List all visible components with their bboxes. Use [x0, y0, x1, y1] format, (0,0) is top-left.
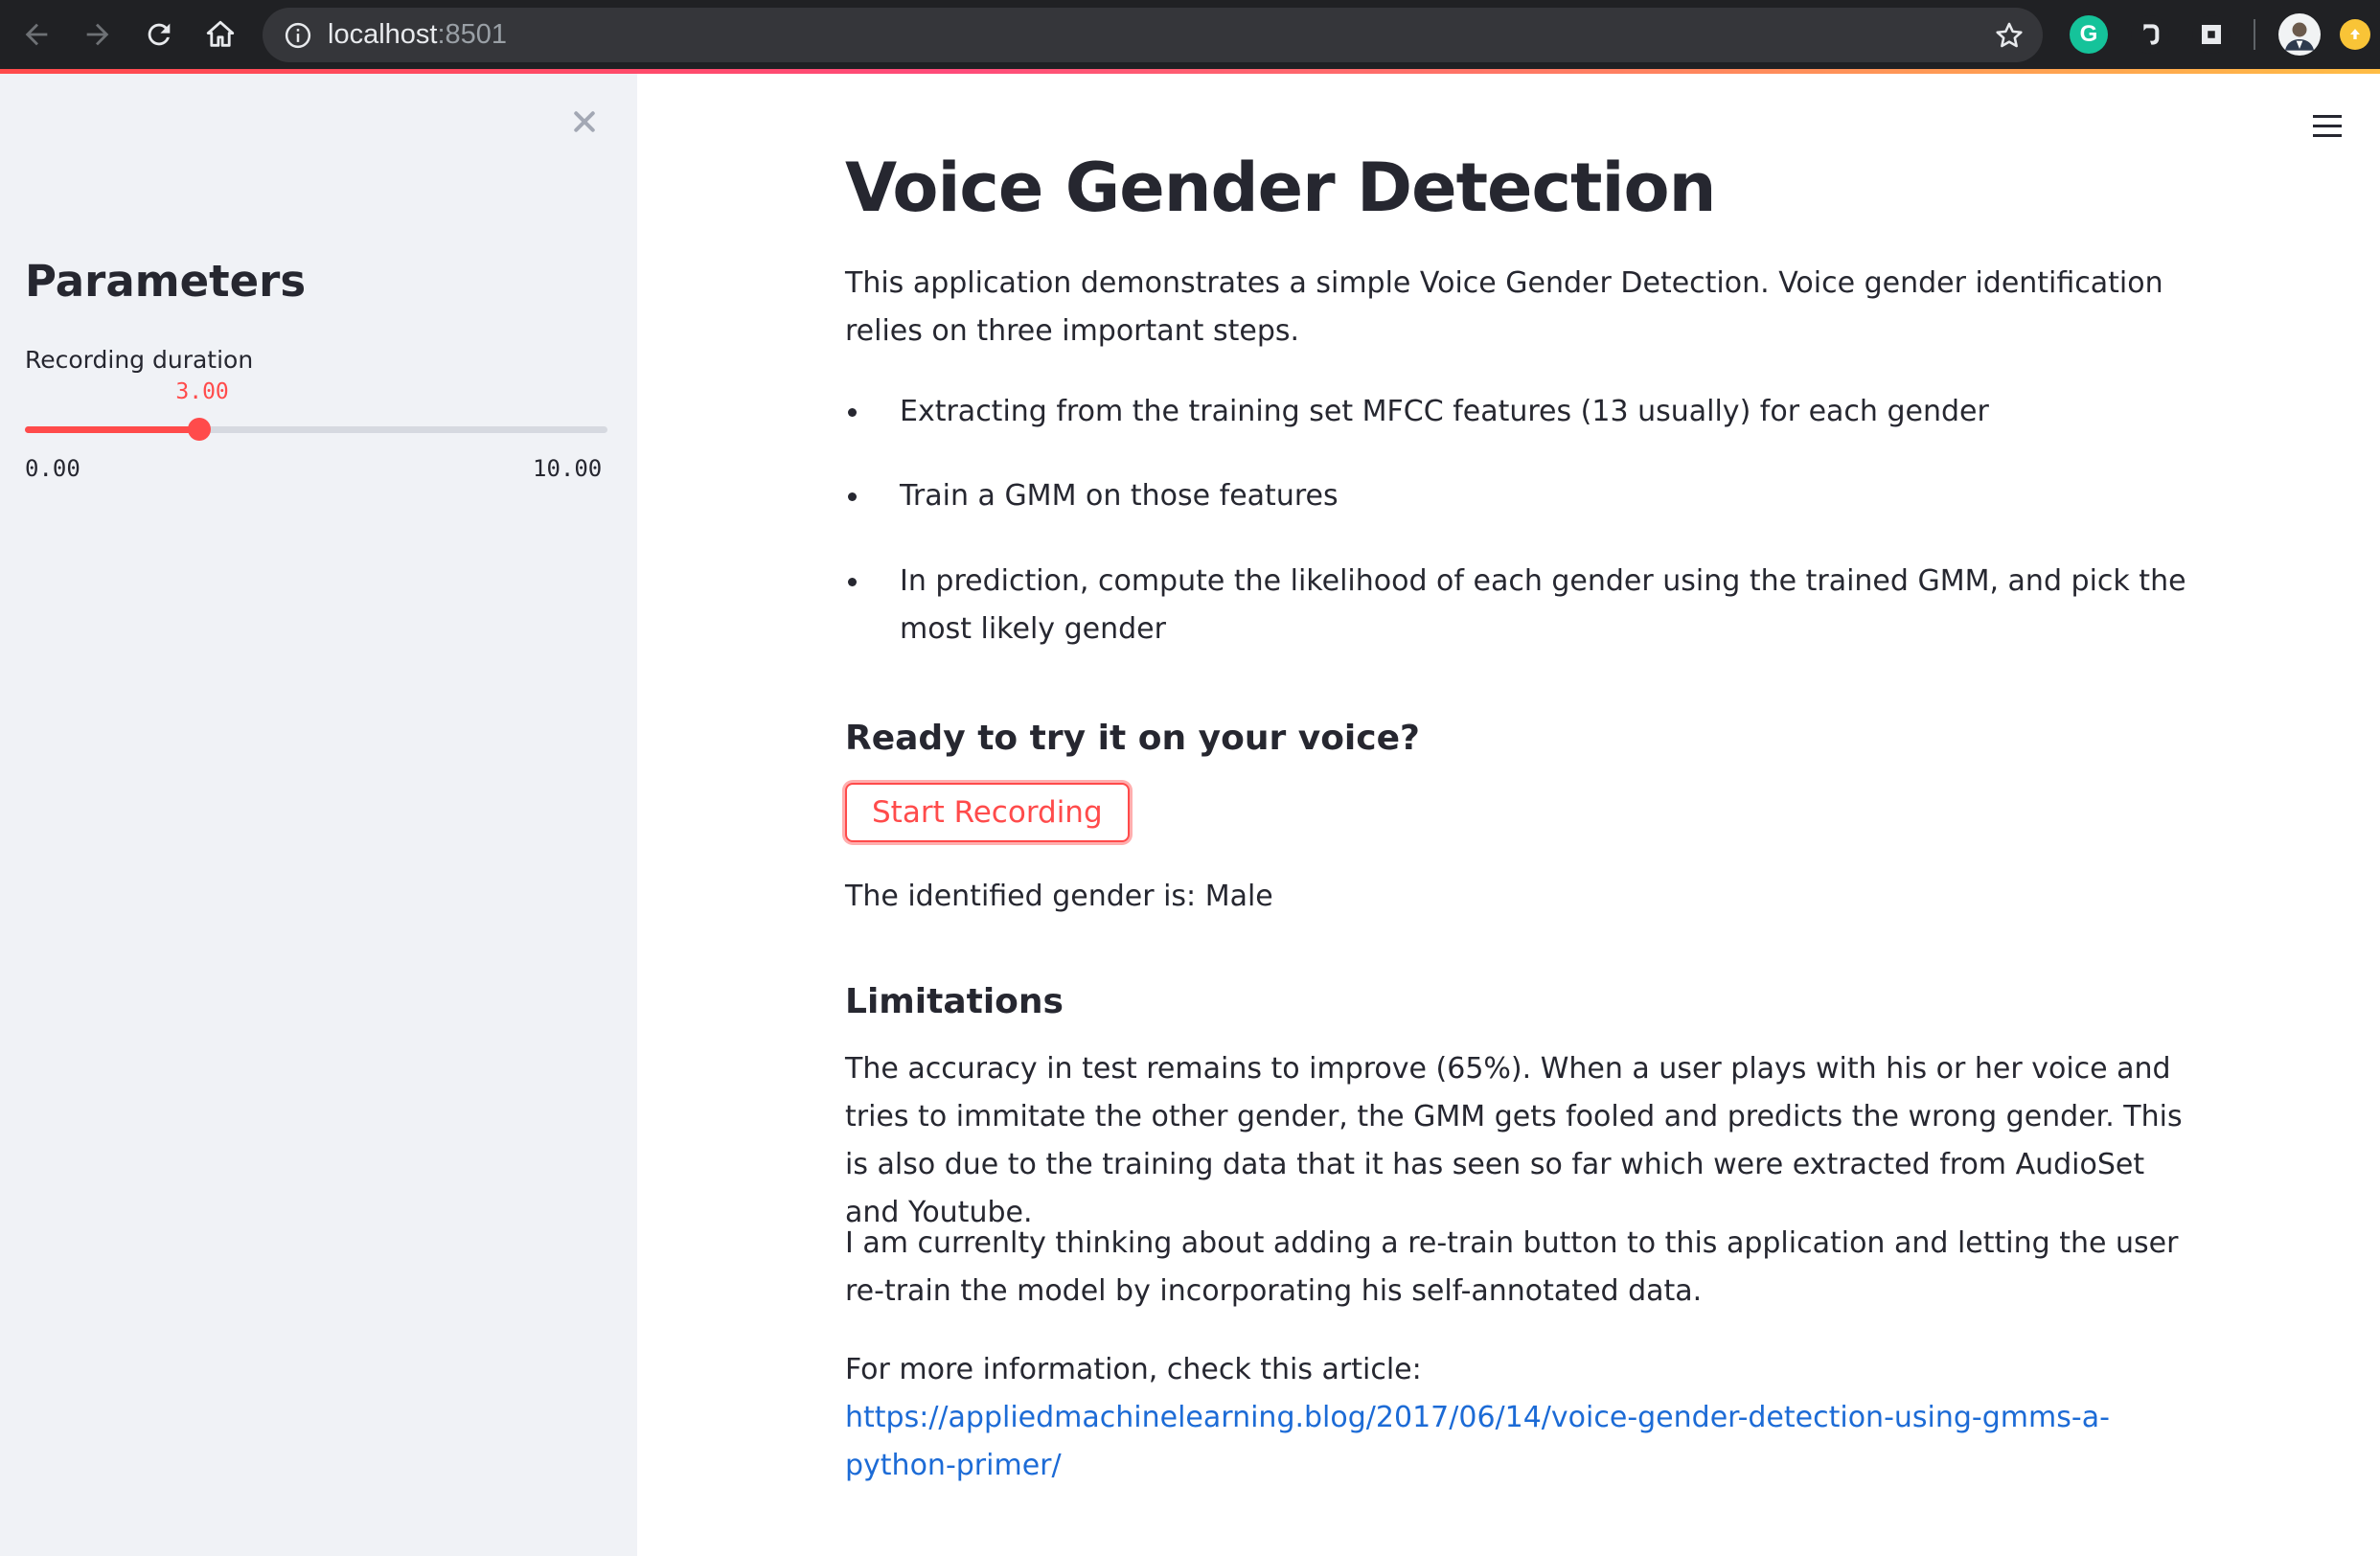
- toolbar-divider: [2254, 19, 2255, 50]
- address-bar[interactable]: localhost:8501: [263, 8, 2043, 62]
- start-recording-button[interactable]: Start Recording: [845, 783, 1130, 842]
- retrain-paragraph: I am currenlty thinking about adding a r…: [845, 1226, 2179, 1308]
- limitations-heading: Limitations: [845, 982, 1064, 1021]
- profile-avatar[interactable]: [2278, 13, 2321, 56]
- slider-fill: [25, 426, 200, 433]
- more-info-paragraph: For more information, check this article…: [845, 1346, 2186, 1490]
- list-item: Train a GMM on those features: [845, 472, 2186, 520]
- try-heading: Ready to try it on your voice?: [845, 719, 1420, 758]
- bookmark-star-icon[interactable]: [1993, 19, 2025, 52]
- person-icon: [2285, 22, 2314, 51]
- bullet-dot: [848, 492, 857, 501]
- url-host: localhost: [328, 19, 438, 50]
- more-info-text: For more information, check this article…: [845, 1353, 1422, 1386]
- browser-toolbar: localhost:8501 G: [0, 0, 2380, 69]
- close-icon: [574, 111, 595, 132]
- url-text[interactable]: localhost:8501: [328, 19, 507, 51]
- hamburger-line: [2313, 115, 2342, 118]
- url-port: :8501: [437, 19, 508, 50]
- slider-label: Recording duration: [25, 346, 254, 374]
- list-item-text: Train a GMM on those features: [900, 479, 1339, 513]
- steps-list: Extracting from the training set MFCC fe…: [845, 388, 2186, 653]
- bullet-dot: [848, 408, 857, 417]
- evernote-extension-icon[interactable]: [2131, 15, 2169, 54]
- reload-icon: [148, 23, 171, 46]
- page-title: Voice Gender Detection: [845, 149, 1716, 227]
- sidebar: Parameters Recording duration 3.00 0.00 …: [0, 74, 637, 1556]
- hamburger-line: [2313, 134, 2342, 137]
- back-button[interactable]: [15, 13, 57, 56]
- main-menu-button[interactable]: [2313, 110, 2346, 143]
- result-text: The identified gender is: Male: [845, 880, 1273, 913]
- intro-paragraph: This application demonstrates a simple V…: [845, 266, 2163, 348]
- hamburger-line: [2313, 125, 2342, 127]
- grammarly-extension-icon[interactable]: G: [2070, 15, 2108, 54]
- slider-min-label: 0.00: [25, 455, 80, 482]
- forward-button[interactable]: [77, 13, 119, 56]
- list-item-text: Extracting from the training set MFCC fe…: [900, 395, 1989, 428]
- arrow-left-icon: [25, 23, 48, 46]
- article-link[interactable]: https://appliedmachinelearning.blog/2017…: [845, 1401, 2110, 1482]
- arrow-right-icon: [86, 23, 109, 46]
- list-item: In prediction, compute the likelihood of…: [845, 558, 2186, 653]
- list-item-text: In prediction, compute the likelihood of…: [900, 564, 2186, 646]
- info-icon[interactable]: [284, 21, 312, 50]
- recording-duration-slider[interactable]: [25, 418, 607, 441]
- extension-puzzle-icon[interactable]: [2192, 15, 2231, 54]
- slider-thumb[interactable]: [188, 418, 212, 441]
- home-button[interactable]: [199, 13, 241, 56]
- home-icon: [206, 20, 235, 47]
- sidebar-close-button[interactable]: [565, 103, 604, 141]
- slider-max-label: 10.00: [533, 455, 603, 482]
- limitations-paragraph: The accuracy in test remains to improve …: [845, 1052, 2183, 1229]
- reload-button[interactable]: [138, 13, 180, 56]
- sidebar-title: Parameters: [25, 256, 307, 307]
- slider-current-value: 3.00: [175, 379, 229, 404]
- bullet-dot: [848, 578, 857, 586]
- update-indicator-icon[interactable]: [2340, 19, 2370, 50]
- list-item: Extracting from the training set MFCC fe…: [845, 388, 2186, 436]
